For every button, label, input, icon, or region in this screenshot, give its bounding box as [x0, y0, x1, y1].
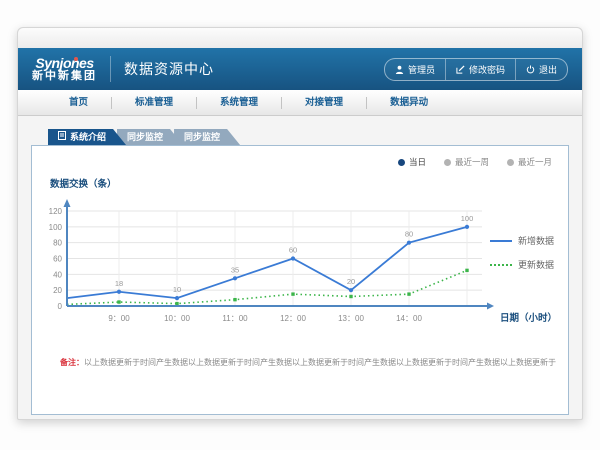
radio-unselected-icon [507, 159, 514, 166]
svg-text:60: 60 [289, 246, 297, 255]
chart-legend: 新增数据 更新数据 [490, 234, 554, 271]
header-divider [110, 56, 111, 82]
filter-label: 当日 [409, 156, 426, 168]
tab-bar: 系统介绍 同步监控 同步监控 [31, 129, 569, 145]
footnote: 备注：以上数据更新于时间产生数据以上数据更新于时间产生数据以上数据更新于时间产生… [60, 357, 548, 368]
filter-option-last-week[interactable]: 最近一周 [444, 156, 489, 168]
current-user-button[interactable]: 管理员 [385, 59, 445, 80]
svg-text:11：00: 11：00 [222, 314, 248, 323]
power-icon [526, 65, 535, 74]
tab-sync-monitor-2[interactable]: 同步监控 [174, 129, 240, 145]
legend-label: 新增数据 [518, 234, 554, 247]
nav-item-standard-management[interactable]: 标准管理 [112, 90, 196, 116]
page: Synjones 新中新集团 数据资源中心 管理员 修改密码 [0, 0, 600, 450]
nav-item-system-management[interactable]: 系统管理 [197, 90, 281, 116]
logout-button[interactable]: 退出 [515, 59, 567, 80]
svg-text:18: 18 [115, 279, 123, 288]
change-password-button[interactable]: 修改密码 [445, 59, 515, 80]
svg-text:20: 20 [53, 286, 62, 295]
user-icon [395, 65, 404, 74]
legend-item-updated-data[interactable]: 更新数据 [490, 258, 554, 271]
tab-system-intro[interactable]: 系统介绍 [48, 129, 126, 145]
legend-item-new-data[interactable]: 新增数据 [490, 234, 554, 247]
document-icon [58, 129, 66, 145]
svg-text:60: 60 [53, 255, 62, 264]
svg-text:40: 40 [53, 270, 62, 279]
filter-option-last-month[interactable]: 最近一月 [507, 156, 552, 168]
footnote-text: 以上数据更新于时间产生数据以上数据更新于时间产生数据以上数据更新于时间产生数据以… [84, 358, 556, 367]
svg-text:10: 10 [173, 285, 181, 294]
tab-label: 同步监控 [127, 129, 163, 145]
svg-text:80: 80 [405, 230, 413, 239]
radio-unselected-icon [444, 159, 451, 166]
svg-text:0: 0 [58, 302, 63, 311]
logo-text: Synjones [32, 56, 97, 71]
content-area: 系统介绍 同步监控 同步监控 当日 最近一周 [18, 116, 582, 415]
filter-label: 最近一周 [455, 156, 489, 168]
radio-selected-icon [398, 159, 405, 166]
svg-text:100: 100 [49, 223, 63, 232]
app-window: Synjones 新中新集团 数据资源中心 管理员 修改密码 [17, 27, 583, 420]
current-user-label: 管理员 [408, 63, 435, 76]
app-title: 数据资源中心 [124, 59, 214, 79]
nav-item-home[interactable]: 首页 [46, 90, 111, 116]
tab-label: 同步监控 [184, 129, 220, 145]
legend-line-swatch-solid [490, 240, 512, 242]
svg-text:9：00: 9：00 [108, 314, 130, 323]
svg-text:14：00: 14：00 [396, 314, 422, 323]
main-nav: 首页 标准管理 系统管理 对接管理 数据异动 [18, 90, 582, 116]
chart-y-axis-title: 数据交换（条） [50, 176, 117, 190]
logout-label: 退出 [539, 63, 557, 76]
svg-text:日期（小时）: 日期（小时） [500, 312, 557, 324]
logo-red-dot [74, 57, 78, 61]
logo-subtext: 新中新集团 [32, 71, 97, 83]
legend-line-swatch-dotted [490, 264, 512, 266]
change-password-label: 修改密码 [469, 63, 505, 76]
chart-panel: 当日 最近一周 最近一月 数据交换（条） 0 20 40 60 80 100 120 9：00… [31, 145, 569, 415]
svg-text:12：00: 12：00 [280, 314, 306, 323]
footnote-prefix: 备注： [60, 358, 84, 367]
svg-text:100: 100 [461, 214, 474, 223]
svg-text:35: 35 [231, 265, 239, 274]
nav-item-data-changes[interactable]: 数据异动 [367, 90, 451, 116]
svg-text:13：00: 13：00 [338, 314, 364, 323]
legend-label: 更新数据 [518, 258, 554, 271]
svg-text:80: 80 [53, 239, 62, 248]
user-menu: 管理员 修改密码 退出 [384, 58, 568, 81]
svg-text:10：00: 10：00 [164, 314, 190, 323]
svg-text:20: 20 [347, 277, 355, 286]
logo: Synjones 新中新集团 [32, 56, 97, 82]
tab-sync-monitor-1[interactable]: 同步监控 [117, 129, 183, 145]
window-titlebar [18, 28, 582, 48]
svg-text:120: 120 [49, 207, 63, 216]
time-range-filter: 当日 最近一周 最近一月 [398, 156, 552, 168]
edit-icon [456, 65, 465, 74]
filter-option-today[interactable]: 当日 [398, 156, 426, 168]
nav-item-docking-management[interactable]: 对接管理 [282, 90, 366, 116]
tab-label: 系统介绍 [70, 129, 106, 145]
app-header: Synjones 新中新集团 数据资源中心 管理员 修改密码 [18, 48, 582, 90]
filter-label: 最近一月 [518, 156, 552, 168]
